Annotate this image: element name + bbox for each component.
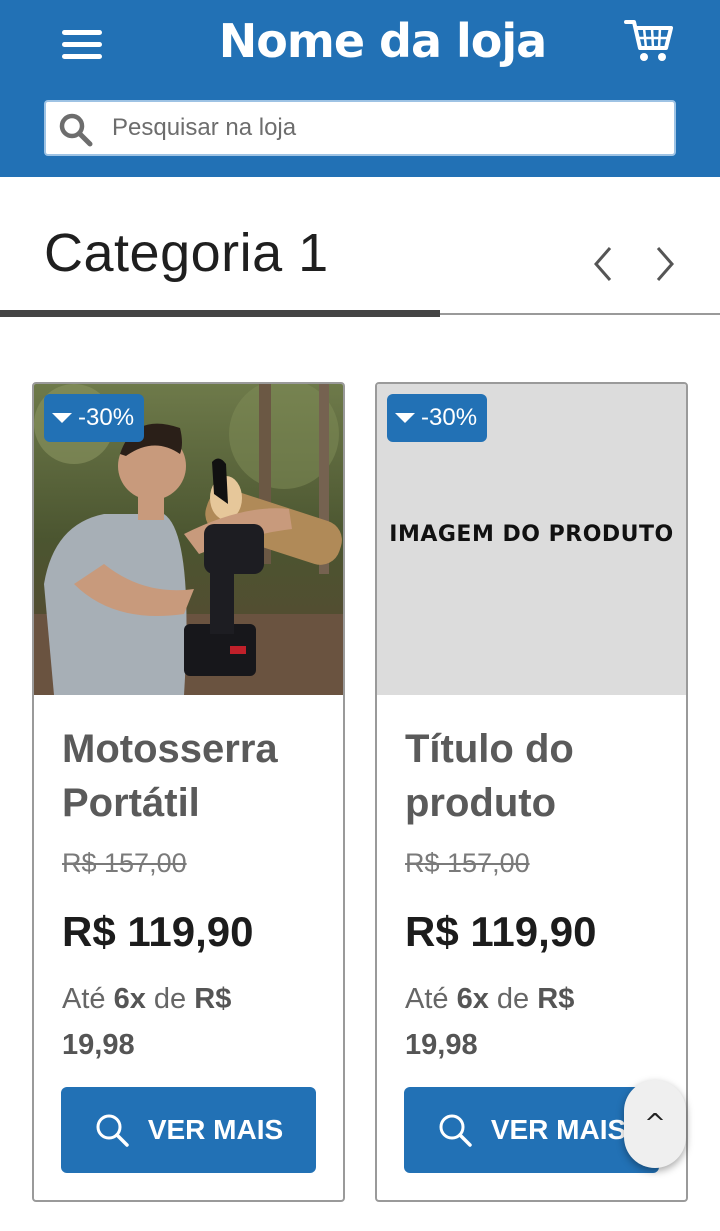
installment-count: 6x xyxy=(456,983,489,1015)
search-icon xyxy=(439,1114,472,1147)
discount-value: -30% xyxy=(421,404,478,431)
store-logo-title[interactable]: Nome da loja xyxy=(175,8,590,74)
store-header: Nome da loja xyxy=(0,0,720,177)
installment-mid: de xyxy=(496,983,530,1015)
installment-prefix: Até xyxy=(62,983,106,1015)
product-title[interactable]: Título do produto xyxy=(405,722,675,830)
product-price: R$ 119,90 xyxy=(405,908,597,955)
product-image-placeholder-text: IMAGEM DO PRODUTO xyxy=(389,522,674,547)
product-old-price: R$ 157,00 xyxy=(405,848,530,878)
discount-badge: -30% xyxy=(387,394,488,442)
product-card[interactable]: -30% Motosserra Portátil R$ 157,00 R$ 11… xyxy=(32,382,345,1202)
search-icon[interactable] xyxy=(58,112,94,148)
ver-mais-button[interactable]: VER MAIS xyxy=(61,1087,316,1173)
chevron-right-icon[interactable] xyxy=(650,240,680,288)
caret-down-icon xyxy=(395,413,415,423)
discount-value: -30% xyxy=(78,404,135,431)
back-to-top-button[interactable]: ^ xyxy=(624,1080,686,1168)
ver-mais-label: VER MAIS xyxy=(490,1114,627,1145)
category-active-indicator xyxy=(0,310,440,317)
hamburger-menu-icon[interactable] xyxy=(62,30,102,60)
product-title[interactable]: Motosserra Portátil xyxy=(62,722,332,830)
product-image[interactable]: -30% xyxy=(34,384,343,695)
installment-prefix: Até xyxy=(405,983,449,1015)
search-bar xyxy=(44,100,676,156)
ver-mais-label: VER MAIS xyxy=(147,1114,284,1145)
chevron-left-icon[interactable] xyxy=(588,240,618,288)
product-card[interactable]: IMAGEM DO PRODUTO -30% Título do produto… xyxy=(375,382,688,1202)
product-price: R$ 119,90 xyxy=(62,908,254,955)
discount-badge: -30% xyxy=(44,394,145,442)
product-old-price: R$ 157,00 xyxy=(62,848,187,878)
installment-mid: de xyxy=(153,983,187,1015)
installment-count: 6x xyxy=(113,983,146,1015)
shopping-cart-icon[interactable] xyxy=(624,16,674,64)
product-installments: Até 6x de R$ 19,98 xyxy=(405,976,645,1068)
caret-down-icon xyxy=(52,413,72,423)
product-installments: Até 6x de R$ 19,98 xyxy=(62,976,302,1068)
search-input[interactable] xyxy=(112,110,662,146)
category-title: Categoria 1 xyxy=(44,223,329,283)
product-image-placeholder[interactable]: IMAGEM DO PRODUTO -30% xyxy=(377,384,686,695)
ver-mais-button[interactable]: VER MAIS xyxy=(404,1087,659,1173)
search-icon xyxy=(96,1114,129,1147)
